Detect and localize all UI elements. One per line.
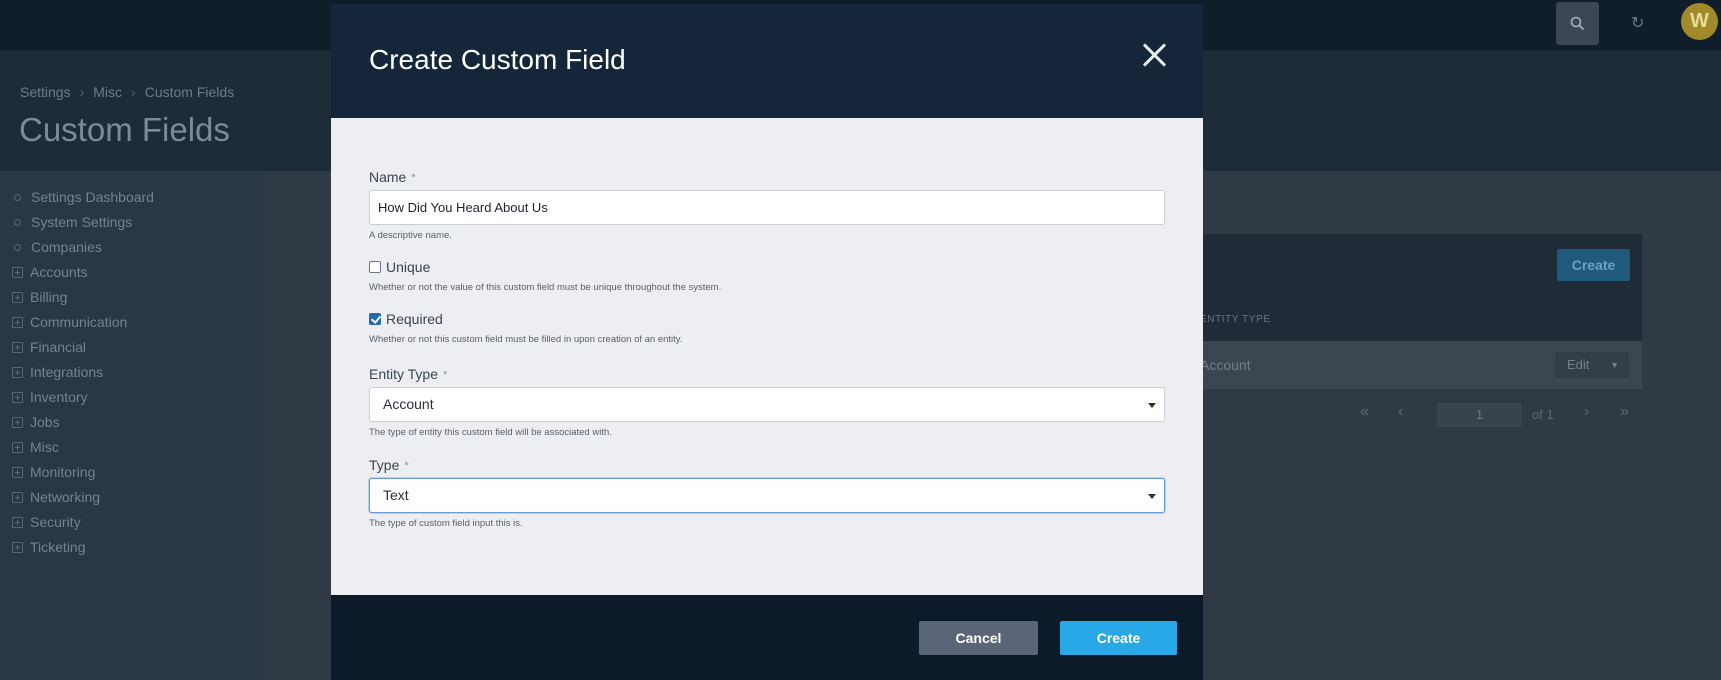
required-asterisk: * — [404, 460, 409, 472]
entity-type-help-text: The type of entity this custom field wil… — [369, 427, 612, 438]
last-page-icon[interactable]: » — [1620, 403, 1629, 421]
sidebar-item-billing[interactable]: Billing — [12, 288, 67, 306]
expand-plus-icon — [12, 366, 23, 378]
column-header-entity-type: ENTITY TYPE — [1200, 314, 1271, 325]
expand-plus-icon — [12, 516, 23, 528]
type-label: Type * — [369, 457, 409, 473]
modal-footer: Cancel Create — [331, 595, 1203, 680]
table-header: Create ENTITY TYPE — [1140, 234, 1642, 341]
type-select[interactable]: Text — [369, 478, 1165, 513]
chevron-right-icon: › — [79, 84, 85, 100]
sidebar-item-financial[interactable]: Financial — [12, 338, 86, 356]
sidebar-item-networking[interactable]: Networking — [12, 488, 100, 506]
type-help-text: The type of custom field input this is. — [369, 518, 523, 529]
caret-down-icon — [1148, 403, 1156, 408]
unique-label[interactable]: Unique — [386, 259, 430, 275]
sidebar-item-accounts[interactable]: Accounts — [12, 263, 88, 281]
sidebar-item-ticketing[interactable]: Ticketing — [12, 538, 86, 556]
caret-down-icon — [1148, 494, 1156, 499]
sidebar-item-misc[interactable]: Misc — [12, 438, 59, 456]
page-number-input[interactable]: 1 — [1437, 403, 1522, 427]
create-button[interactable]: Create — [1557, 249, 1630, 281]
next-page-icon[interactable]: › — [1584, 403, 1589, 421]
required-asterisk: * — [443, 369, 448, 381]
required-asterisk: * — [411, 172, 416, 184]
sidebar-item-integrations[interactable]: Integrations — [12, 363, 103, 381]
modal-header: Create Custom Field — [331, 4, 1203, 118]
close-icon[interactable] — [1141, 42, 1167, 68]
required-help-text: Whether or not this custom field must be… — [369, 334, 683, 345]
sidebar-item-monitoring[interactable]: Monitoring — [12, 463, 95, 481]
expand-plus-icon — [12, 491, 23, 503]
expand-plus-icon — [12, 441, 23, 453]
sidebar-item-settings-dashboard[interactable]: Settings Dashboard — [12, 188, 154, 206]
custom-fields-table: Create ENTITY TYPE Account Edit ▼ — [1140, 234, 1642, 389]
expand-plus-icon — [12, 391, 23, 403]
create-custom-field-modal: Create Custom Field Name* A descriptive … — [331, 4, 1203, 680]
required-checkbox[interactable] — [369, 313, 381, 325]
modal-title: Create Custom Field — [369, 44, 626, 75]
cancel-button[interactable]: Cancel — [919, 621, 1038, 655]
chevron-right-icon: › — [131, 84, 136, 100]
bullet-icon — [14, 243, 21, 251]
name-help-text: A descriptive name. — [369, 230, 452, 241]
bullet-icon — [14, 193, 21, 201]
breadcrumb-custom-fields: Custom Fields — [144, 84, 235, 100]
entity-type-label: Entity Type * — [369, 366, 448, 382]
name-input[interactable] — [369, 190, 1165, 225]
expand-plus-icon — [12, 541, 23, 553]
expand-plus-icon — [12, 316, 23, 328]
search-button[interactable] — [1556, 2, 1599, 45]
page-count: of 1 — [1532, 407, 1554, 422]
sidebar-item-jobs[interactable]: Jobs — [12, 413, 60, 431]
create-submit-button[interactable]: Create — [1060, 621, 1177, 655]
expand-plus-icon — [12, 291, 23, 303]
name-label: Name * — [369, 169, 416, 185]
entity-type-select[interactable]: Account — [369, 387, 1165, 422]
sidebar-item-inventory[interactable]: Inventory — [12, 388, 88, 406]
caret-down-icon: ▼ — [1610, 360, 1619, 370]
breadcrumb-misc[interactable]: Misc — [93, 84, 122, 100]
refresh-icon[interactable]: ↻ — [1631, 13, 1644, 33]
page-title: Custom Fields — [19, 111, 230, 148]
expand-plus-icon — [12, 341, 23, 353]
prev-page-icon[interactable]: ‹ — [1398, 403, 1403, 421]
breadcrumb: Settings › Misc › Custom Fields — [20, 84, 234, 100]
bullet-icon — [14, 218, 21, 226]
expand-plus-icon — [12, 466, 23, 478]
sidebar-item-system-settings[interactable]: System Settings — [12, 213, 132, 231]
sidebar-item-companies[interactable]: Companies — [12, 238, 102, 256]
breadcrumb-settings[interactable]: Settings — [20, 84, 71, 100]
settings-sidebar: Settings Dashboard System Settings Compa… — [0, 171, 264, 680]
sidebar-item-security[interactable]: Security — [12, 513, 81, 531]
entity-type-cell: Account — [1200, 357, 1251, 373]
unique-checkbox[interactable] — [369, 261, 381, 273]
sidebar-item-communication[interactable]: Communication — [12, 313, 127, 331]
expand-plus-icon — [12, 266, 23, 278]
required-label[interactable]: Required — [386, 311, 443, 327]
user-avatar[interactable]: W — [1681, 3, 1718, 40]
table-row: Account Edit ▼ — [1140, 341, 1642, 389]
unique-help-text: Whether or not the value of this custom … — [369, 282, 722, 293]
search-icon — [1570, 16, 1585, 31]
edit-button[interactable]: Edit ▼ — [1555, 352, 1629, 378]
first-page-icon[interactable]: « — [1360, 403, 1369, 421]
expand-plus-icon — [12, 416, 23, 428]
